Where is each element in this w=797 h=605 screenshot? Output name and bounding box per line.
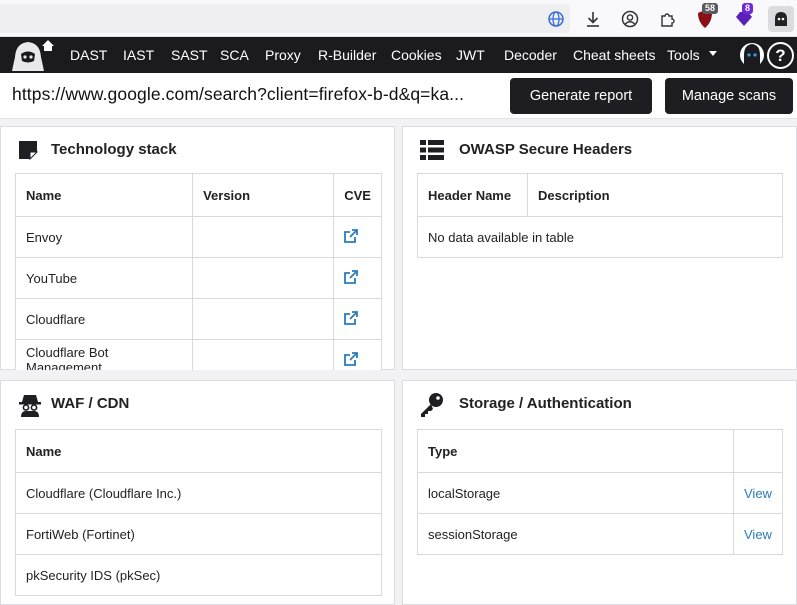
storage-type: sessionStorage — [417, 513, 734, 555]
nav-cookies[interactable]: Cookies — [391, 37, 442, 73]
cve-link[interactable] — [333, 298, 382, 340]
external-link-icon[interactable] — [344, 228, 359, 243]
table-header-row: Type — [417, 429, 783, 473]
column-header-name[interactable]: Name — [15, 173, 194, 217]
table-row: Cloudflare (Cloudflare Inc.) — [15, 472, 382, 514]
extension-count-badge: 8 — [742, 3, 754, 14]
spy-agent-icon — [17, 392, 43, 418]
external-link-icon[interactable] — [344, 351, 359, 366]
cve-link[interactable] — [333, 339, 382, 370]
help-question-icon[interactable]: ? — [767, 42, 794, 69]
tech-name: Cloudflare — [15, 298, 194, 340]
column-header-header-name[interactable]: Header Name — [417, 173, 528, 217]
table-row: pkSecurity IDS (pkSec) — [15, 554, 382, 596]
technology-stack-icon — [17, 138, 43, 164]
waf-cdn-table: Name Cloudflare (Cloudflare Inc.) FortiW… — [15, 429, 382, 596]
account-icon[interactable] — [617, 6, 643, 32]
owasp-headers-panel: OWASP Secure Headers Header Name Descrip… — [402, 126, 797, 370]
storage-auth-title: Storage / Authentication — [459, 395, 632, 412]
technology-stack-panel: Technology stack Name Version CVE Envoy … — [0, 126, 395, 370]
nav-decoder[interactable]: Decoder — [504, 37, 557, 73]
waf-name: Cloudflare (Cloudflare Inc.) — [15, 472, 382, 514]
column-header-name[interactable]: Name — [15, 429, 382, 473]
tech-version — [192, 216, 335, 258]
generate-report-button[interactable]: Generate report — [510, 78, 652, 114]
view-link[interactable]: View — [733, 513, 783, 555]
tools-chevron-down-icon[interactable] — [709, 51, 717, 56]
download-icon[interactable] — [580, 6, 606, 32]
cve-link[interactable] — [333, 216, 382, 258]
column-header-type[interactable]: Type — [417, 429, 734, 473]
table-row: Envoy — [15, 216, 382, 258]
browser-toolbar: 58 8 — [0, 0, 797, 37]
nav-jwt[interactable]: JWT — [456, 37, 485, 73]
external-link-icon[interactable] — [344, 269, 359, 284]
waf-name: FortiWeb (Fortinet) — [15, 513, 382, 555]
table-list-icon — [419, 138, 445, 164]
storage-auth-panel: Storage / Authentication Type localStora… — [402, 380, 797, 605]
nav-sca[interactable]: SCA — [220, 37, 249, 73]
owasp-headers-table: Header Name Description No data availabl… — [417, 173, 783, 258]
tech-version — [192, 257, 335, 299]
scanned-url: https://www.google.com/search?client=fir… — [12, 84, 465, 104]
column-header-cve[interactable]: CVE — [333, 173, 382, 217]
table-header-row: Name — [15, 429, 382, 473]
waf-name: pkSecurity IDS (pkSec) — [15, 554, 382, 596]
tech-version — [192, 298, 335, 340]
column-header-description[interactable]: Description — [527, 173, 783, 217]
table-row: FortiWeb (Fortinet) — [15, 513, 382, 555]
ublock-count-badge: 58 — [702, 3, 719, 14]
nav-sast[interactable]: SAST — [171, 37, 208, 73]
table-row: localStorage View — [417, 472, 783, 514]
table-row: Cloudflare Bot Management — [15, 339, 382, 370]
owasp-headers-title: OWASP Secure Headers — [459, 141, 633, 158]
ublock-shield-icon[interactable]: 58 — [692, 3, 719, 32]
technology-stack-table: Name Version CVE Envoy YouTube Cloudflar… — [15, 173, 382, 370]
column-header-version[interactable]: Version — [192, 173, 335, 217]
pentest-logo[interactable] — [8, 37, 56, 73]
external-link-icon[interactable] — [344, 310, 359, 325]
pentest-extension-icon[interactable] — [768, 6, 794, 32]
extension-diamond-icon[interactable]: 8 — [731, 3, 757, 32]
cve-link[interactable] — [333, 257, 382, 299]
tech-name: Cloudflare Bot Management — [15, 339, 194, 370]
waf-cdn-title: WAF / CDN — [51, 395, 130, 412]
manage-scans-button[interactable]: Manage scans — [665, 78, 793, 114]
storage-auth-table: Type localStorage View sessionStorage Vi… — [417, 429, 783, 555]
translate-globe-icon[interactable] — [543, 6, 569, 32]
browser-address-field-end[interactable] — [0, 4, 570, 33]
table-row: YouTube — [15, 257, 382, 299]
nav-tools[interactable]: Tools — [667, 37, 700, 73]
storage-type: localStorage — [417, 472, 734, 514]
technology-stack-title: Technology stack — [51, 141, 177, 158]
user-avatar-icon[interactable] — [738, 40, 766, 70]
technology-stack-table-scroll[interactable]: Name Version CVE Envoy YouTube Cloudflar… — [15, 173, 382, 370]
key-icon — [419, 392, 445, 418]
extensions-puzzle-icon[interactable] — [654, 6, 680, 32]
nav-r-builder[interactable]: R-Builder — [318, 37, 376, 73]
waf-cdn-panel: WAF / CDN Name Cloudflare (Cloudflare In… — [0, 380, 395, 605]
nav-dast[interactable]: DAST — [70, 37, 107, 73]
table-header-row: Header Name Description — [417, 173, 783, 217]
table-row: sessionStorage View — [417, 513, 783, 555]
empty-table-message: No data available in table — [417, 216, 783, 258]
column-header-action — [733, 429, 783, 473]
tech-name: YouTube — [15, 257, 194, 299]
nav-iast[interactable]: IAST — [123, 37, 154, 73]
nav-cheat-sheets[interactable]: Cheat sheets — [573, 37, 656, 73]
table-row: No data available in table — [417, 216, 783, 258]
main-navigation: DAST IAST SAST SCA Proxy R-Builder Cooki… — [0, 37, 797, 73]
nav-proxy[interactable]: Proxy — [265, 37, 301, 73]
tech-version — [192, 339, 335, 370]
view-link[interactable]: View — [733, 472, 783, 514]
table-row: Cloudflare — [15, 298, 382, 340]
table-header-row: Name Version CVE — [15, 173, 382, 217]
tech-name: Envoy — [15, 216, 194, 258]
scan-url-bar: https://www.google.com/search?client=fir… — [0, 73, 797, 119]
